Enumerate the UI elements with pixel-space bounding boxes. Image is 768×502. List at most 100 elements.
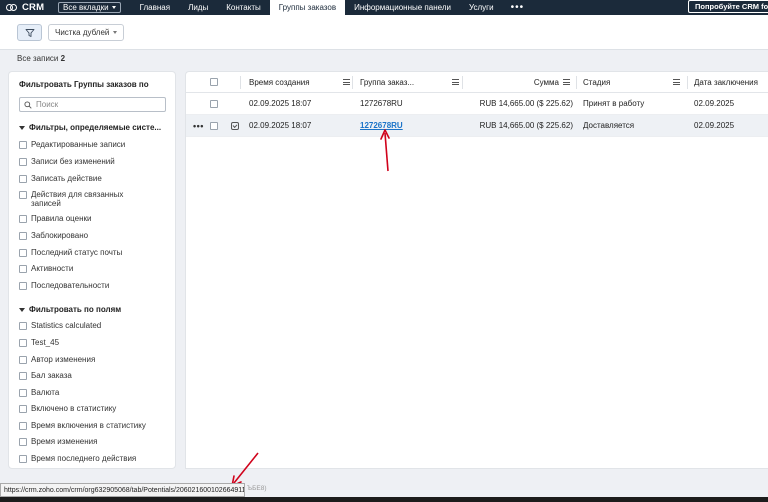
filter-label: Заблокировано	[31, 231, 89, 240]
filter-label: Последний статус почты	[31, 248, 123, 257]
cell-stage: Доставляется	[583, 121, 635, 130]
nav-leads[interactable]: Лиды	[179, 0, 217, 15]
os-taskbar	[0, 497, 768, 502]
col-stage[interactable]: Стадия	[583, 72, 686, 92]
cell-deal-group[interactable]: 1272678RU	[360, 93, 403, 114]
table-header: Время создания Группа заказ... Сумма Ста…	[186, 72, 768, 93]
filter-option[interactable]: Автор изменения	[19, 355, 169, 364]
top-nav: CRM Все вкладки Главная Лиды Контакты Гр…	[0, 0, 768, 15]
filter-option[interactable]: Время изменения	[19, 437, 169, 446]
system-filters-section[interactable]: Фильтры, определяемые систе...	[19, 123, 161, 132]
filter-option[interactable]: Действия для связанных записей	[19, 190, 129, 208]
filter-option[interactable]: Редактированные записи	[19, 140, 169, 149]
col-deal-group-label: Группа заказ...	[360, 77, 415, 87]
column-divider	[352, 76, 353, 89]
checkbox[interactable]	[19, 454, 27, 463]
checkbox[interactable]	[19, 140, 27, 149]
task-check-icon[interactable]	[231, 121, 239, 130]
checkbox[interactable]	[19, 338, 27, 347]
column-menu-icon[interactable]	[343, 79, 350, 85]
column-menu-icon[interactable]	[452, 79, 459, 85]
checkbox[interactable]	[19, 321, 27, 330]
checkbox[interactable]	[19, 157, 27, 166]
checkbox[interactable]	[19, 437, 27, 446]
search-icon	[24, 100, 32, 109]
filter-option[interactable]: Правила оценки	[19, 214, 169, 223]
cell-close-date: 02.09.2025	[694, 99, 735, 108]
all-tabs-dropdown[interactable]: Все вкладки	[58, 2, 121, 13]
link-status-bar: https://crm.zoho.com/crm/org632905068/ta…	[0, 483, 245, 497]
table-row[interactable]: 02.09.2025 18:07 1272678RU RUB 14,665.00…	[186, 93, 768, 115]
try-crm-button[interactable]: Попробуйте CRM fo	[688, 0, 768, 13]
column-divider	[462, 76, 463, 89]
col-close-date[interactable]: Дата заключения	[694, 72, 758, 92]
filter-toggle-button[interactable]	[17, 24, 42, 41]
checkbox[interactable]	[19, 421, 27, 430]
filter-option[interactable]: Активности	[19, 264, 169, 273]
filter-option[interactable]: Записать действие	[19, 174, 169, 183]
filter-label: Активности	[31, 264, 74, 273]
column-menu-icon[interactable]	[563, 79, 570, 85]
checkbox[interactable]	[19, 174, 27, 183]
column-divider	[687, 76, 688, 89]
filter-option[interactable]: Заблокировано	[19, 231, 169, 240]
filter-option[interactable]: Время включения в статистику	[19, 421, 169, 430]
checkbox[interactable]	[19, 281, 27, 290]
nav-deals[interactable]: Группы заказов	[269, 0, 346, 15]
row-more-icon[interactable]: •••	[193, 115, 204, 136]
col-created-label: Время создания	[249, 77, 310, 87]
more-tabs-icon[interactable]: •••	[503, 2, 533, 13]
checkbox[interactable]	[19, 371, 27, 380]
caret-down-icon	[19, 125, 25, 130]
filter-option[interactable]: Валюта	[19, 388, 169, 397]
filter-option[interactable]: Последний статус почты	[19, 248, 169, 257]
dedupe-label: Чистка дублей	[55, 28, 110, 37]
nav-home[interactable]: Главная	[131, 0, 179, 15]
filter-option[interactable]: Test_45	[19, 338, 169, 347]
cell-created: 02.09.2025 18:07	[249, 121, 312, 130]
filter-option[interactable]: Время последнего действия	[19, 454, 169, 463]
column-menu-icon[interactable]	[673, 79, 680, 85]
cell-amount: RUB 14,665.00 ($ 225.62)	[479, 121, 573, 130]
col-created[interactable]: Время создания	[249, 72, 356, 92]
filter-option[interactable]: Последовательности	[19, 281, 169, 290]
col-amount[interactable]: Сумма	[466, 72, 576, 92]
checkbox[interactable]	[19, 231, 27, 240]
checkbox[interactable]	[19, 355, 27, 364]
annotation-arrow-up	[380, 129, 390, 172]
zoho-rings-icon	[6, 3, 18, 13]
select-all-checkbox[interactable]	[210, 78, 218, 87]
list-toolbar: Чистка дублей	[0, 15, 768, 50]
table-row[interactable]: ••• 02.09.2025 18:07 1272678RU RUB 14,66…	[186, 115, 768, 137]
col-deal-group[interactable]: Группа заказ...	[360, 72, 465, 92]
filter-option[interactable]: Statistics calculated	[19, 321, 169, 330]
filter-label: Редактированные записи	[31, 140, 126, 149]
checkbox[interactable]	[19, 388, 27, 397]
row-select-cell	[210, 93, 218, 114]
filter-label: Валюта	[31, 388, 60, 397]
checkbox[interactable]	[19, 404, 27, 413]
filter-option[interactable]: Записи без изменений	[19, 157, 169, 166]
nav-dashboards[interactable]: Информационные панели	[345, 0, 460, 15]
row-checkbox[interactable]	[210, 121, 218, 130]
checkbox[interactable]	[19, 248, 27, 257]
checkbox[interactable]	[19, 190, 27, 199]
row-checkbox[interactable]	[210, 99, 218, 108]
filter-label: Бал заказа	[31, 371, 72, 380]
crm-logo[interactable]: CRM	[0, 2, 58, 13]
records-table: Время создания Группа заказ... Сумма Ста…	[185, 71, 768, 469]
col-stage-label: Стадия	[583, 77, 611, 87]
filter-option[interactable]: Включено в статистику	[19, 404, 169, 413]
nav-services[interactable]: Услуги	[460, 0, 503, 15]
filter-label: Правила оценки	[31, 214, 92, 223]
sidebar-title: Фильтровать Группы заказов по	[19, 80, 149, 89]
cell-amount: RUB 14,665.00 ($ 225.62)	[479, 99, 573, 108]
records-number: 2	[60, 54, 66, 63]
field-filters-section[interactable]: Фильтровать по полям	[19, 305, 121, 314]
filter-option[interactable]: Бал заказа	[19, 371, 169, 380]
nav-contacts[interactable]: Контакты	[217, 0, 270, 15]
dedupe-dropdown[interactable]: Чистка дублей	[48, 24, 125, 41]
checkbox[interactable]	[19, 214, 27, 223]
checkbox[interactable]	[19, 264, 27, 273]
filter-search-input[interactable]: Поиск	[19, 97, 166, 112]
